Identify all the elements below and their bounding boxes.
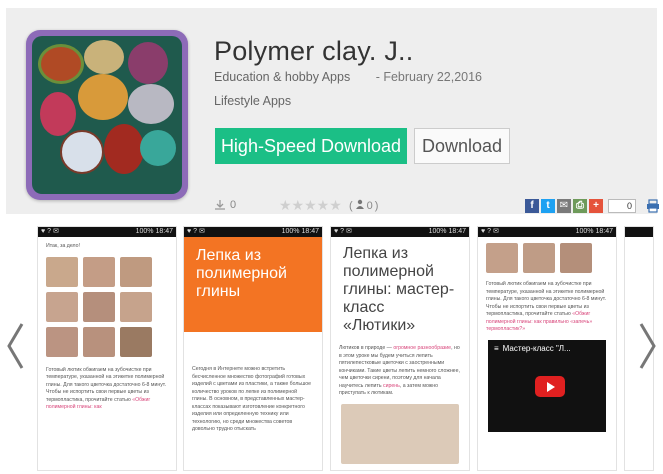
share-bar: f t ✉ ⎙ + 0 (525, 199, 636, 213)
photo-grid (38, 256, 176, 357)
statusbar: ♥ ? ✉ 100% 18:47 (38, 227, 176, 237)
download-icon (214, 199, 226, 211)
shot1-text: Готовый лютик обжигаем на зубочистке при… (46, 366, 167, 411)
app-icon-artwork (32, 36, 182, 194)
rating-count-value: 0 (366, 199, 373, 212)
statusbar: ♥ ? ✉ 100% 18:47 (478, 227, 616, 237)
print-share-icon[interactable]: ⎙ (573, 199, 587, 213)
facebook-icon[interactable]: f (525, 199, 539, 213)
shot3-text: Лютиков в природе — огромное разнообрази… (339, 345, 460, 396)
photo-grid (478, 237, 616, 273)
video-title: ≡ Мастер-класс "Л... (494, 343, 571, 353)
menu-icon: ≡ (494, 343, 499, 353)
download-count-value: 0 (230, 199, 237, 211)
statusbar (625, 227, 653, 237)
plus-icon[interactable]: + (589, 199, 603, 213)
screenshot-gallery: ♥ ? ✉ 100% 18:47 Итак, за дело! Готовый л… (0, 216, 663, 474)
statusbar: ♥ ? ✉ 100% 18:47 (331, 227, 469, 237)
play-button-icon[interactable] (535, 375, 565, 397)
shot2-header: Лепка из полимерной глины (184, 237, 322, 332)
category-link[interactable]: Education & hobby Apps (214, 70, 350, 84)
star-rating: ★★★★★ (279, 197, 342, 213)
user-icon (355, 199, 365, 212)
chevron-left-icon (7, 323, 24, 369)
shot3-header: Лепка из полимерной глины: мастер-класс … (343, 245, 455, 334)
statusbar: ♥ ? ✉ 100% 18:47 (184, 227, 322, 237)
screenshot-1[interactable]: ♥ ? ✉ 100% 18:47 Итак, за дело! Готовый л… (37, 226, 177, 471)
app-icon (26, 30, 188, 200)
shot3-photo (341, 403, 459, 464)
screenshot-3[interactable]: ♥ ? ✉ 100% 18:47 Лепка из полимерной глин… (330, 226, 470, 471)
shot2-text: Сегодня в Интернете можно встретить бесч… (192, 366, 312, 432)
gallery-prev-arrow[interactable] (4, 316, 26, 376)
release-date: - February 22,2016 (375, 70, 483, 84)
twitter-icon[interactable]: t (541, 199, 555, 213)
app-title: Polymer clay. J.. (214, 36, 414, 66)
high-speed-download-button[interactable]: High-Speed Download (215, 128, 407, 164)
shot1-intro: Итак, за дело! (46, 243, 80, 249)
download-button[interactable]: Download (414, 128, 510, 164)
shot4-text: Готовый лютик обжигаем на зубочистке при… (486, 281, 607, 332)
chevron-right-icon (639, 323, 656, 369)
app-page: Polymer clay. J.. Education & hobby Apps… (0, 0, 663, 474)
app-header: Polymer clay. J.. Education & hobby Apps… (6, 8, 659, 214)
app-meta: Education & hobby Apps - February 22,201… (214, 70, 482, 84)
rating-count: ( 0 ) (349, 199, 379, 212)
video-player[interactable]: ≡ Мастер-класс "Л... (488, 339, 606, 432)
lifestyle-category-link[interactable]: Lifestyle Apps (214, 94, 291, 108)
gallery-next-arrow[interactable] (637, 316, 659, 376)
screenshot-4[interactable]: ♥ ? ✉ 100% 18:47 Готовый лютик обжигаем н… (477, 226, 617, 471)
email-icon[interactable]: ✉ (557, 199, 571, 213)
share-count: 0 (608, 199, 636, 213)
screenshot-2[interactable]: ♥ ? ✉ 100% 18:47 Лепка из полимерной глин… (183, 226, 323, 471)
download-count: 0 (214, 199, 236, 211)
